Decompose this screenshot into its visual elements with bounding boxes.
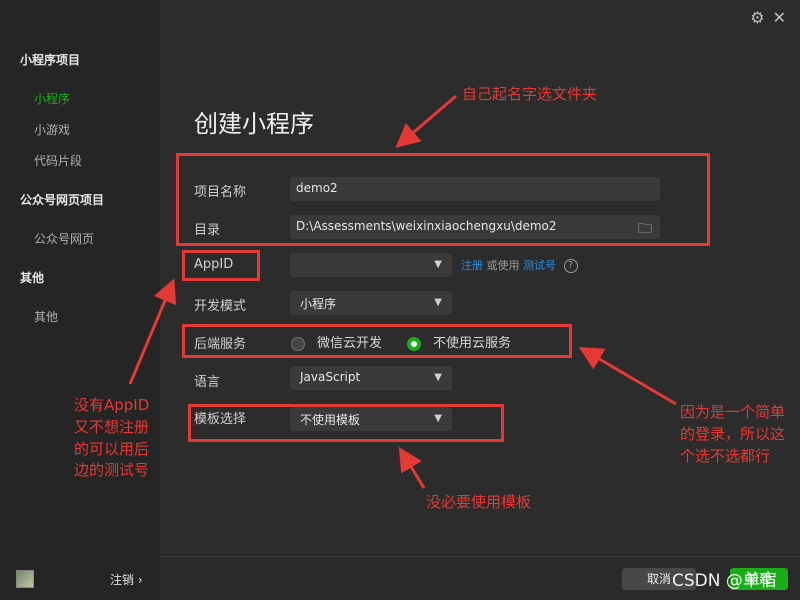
annotation-line: 的可以用后 — [74, 439, 150, 458]
annotation-line: 个选不选都行 — [680, 446, 771, 465]
annotation-line: 边的测试号 — [74, 461, 150, 480]
annotation-template-note: 没必要使用模板 — [426, 493, 532, 511]
arrow-folder — [395, 94, 457, 148]
annotation-appid-note: 没有AppID 又不想注册 的可以用后 边的测试号 — [74, 395, 149, 482]
annotation-line: 又不想注册 — [74, 417, 150, 436]
annotation-line: 的登录，所以这 — [680, 424, 786, 443]
arrow-backend — [578, 346, 677, 406]
annotation-folder-note: 自己起名字选文件夹 — [462, 85, 598, 103]
annotation-line: 因为是一个简单 — [680, 403, 786, 421]
annotation-backend-note: 因为是一个简单 的登录，所以这 个选不选都行 — [680, 402, 785, 467]
arrow-appid — [128, 278, 177, 385]
annotation-line: 没有AppID — [74, 396, 150, 414]
annotation-arrows — [128, 94, 677, 489]
arrow-template — [398, 446, 426, 489]
